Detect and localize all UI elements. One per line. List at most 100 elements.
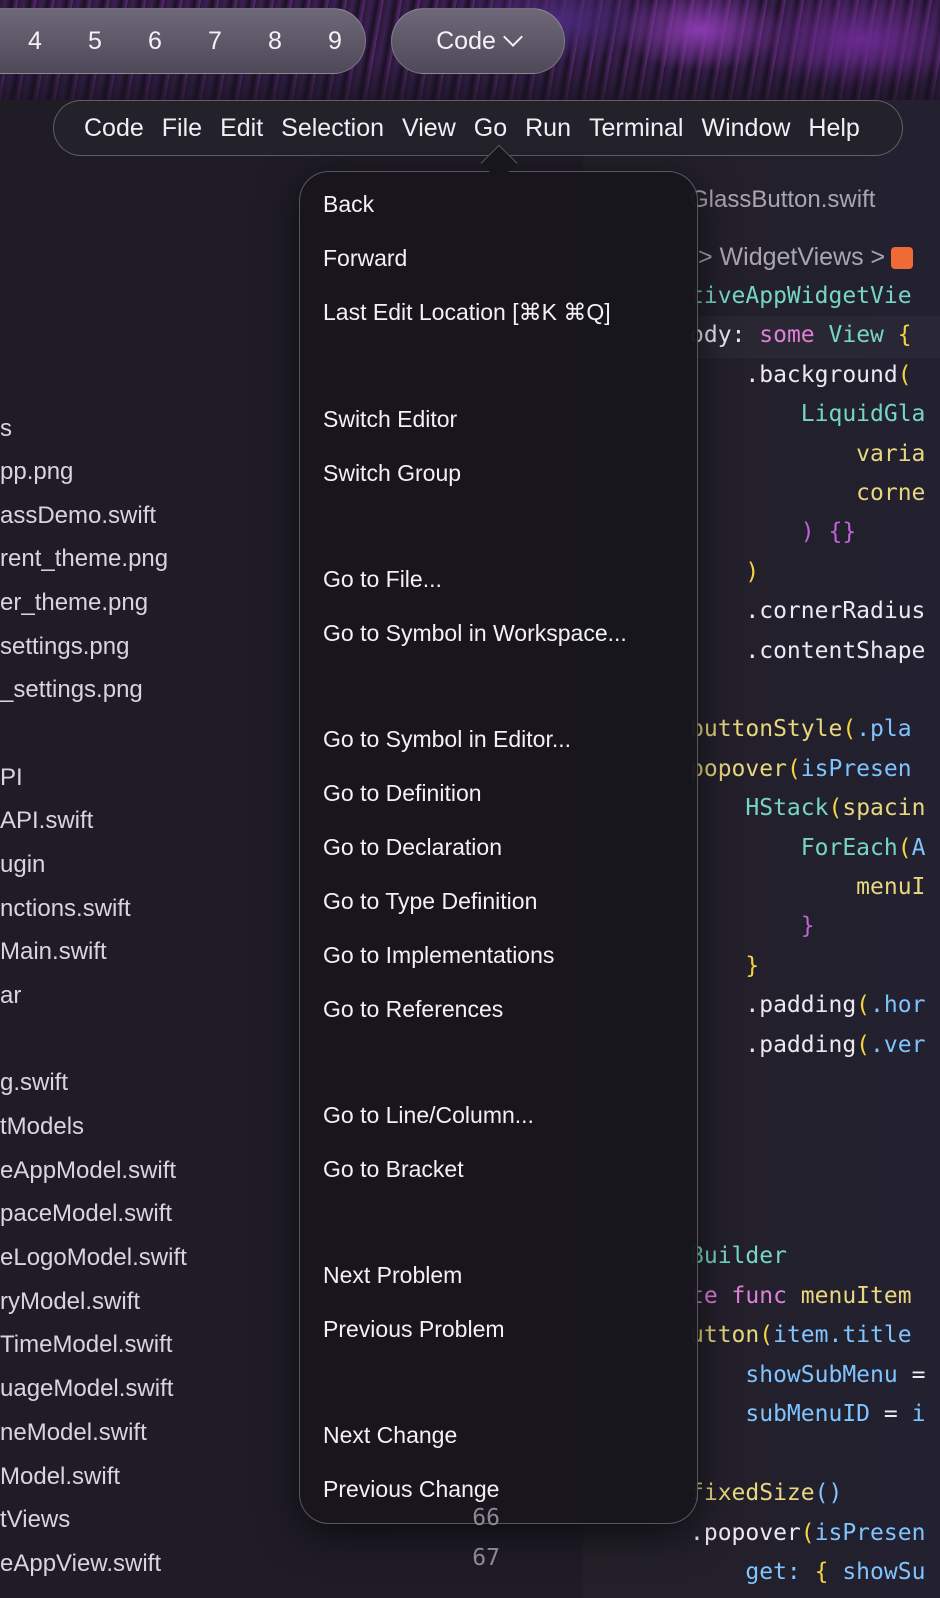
file-tree-item[interactable]: ryModel.swift <box>0 1288 140 1316</box>
file-tree-item[interactable]: ar <box>0 982 21 1010</box>
menu-item-go-to-symbol-in-editor[interactable]: Go to Symbol in Editor... <box>323 726 571 753</box>
code-token: showSu <box>842 1559 926 1585</box>
menu-item-switch-group[interactable]: Switch Group <box>323 460 461 487</box>
code-token: HStack <box>690 795 829 822</box>
file-tree-item[interactable]: neModel.swift <box>0 1419 147 1447</box>
line-number: 67 <box>472 1545 500 1571</box>
file-tree-item[interactable]: API.swift <box>0 807 93 835</box>
code-token: .background <box>690 361 898 388</box>
code-token: .padding <box>690 1031 857 1058</box>
chevron-down-icon <box>502 27 523 47</box>
file-tree-item[interactable]: tModels <box>0 1113 84 1141</box>
menu-item-forward[interactable]: Forward <box>323 245 407 272</box>
menu-item-go-to-declaration[interactable]: Go to Declaration <box>323 834 502 861</box>
file-tree-item[interactable]: Model.swift <box>0 1463 120 1491</box>
file-tree-item[interactable]: Main.swift <box>0 938 107 966</box>
file-tree-item[interactable]: uageModel.swift <box>0 1375 173 1403</box>
file-tree-item[interactable]: er_theme.png <box>0 589 148 617</box>
layout-dropdown[interactable]: Code <box>391 8 565 74</box>
code-line: LiquidGla <box>690 401 926 427</box>
code-token: corne <box>690 480 926 506</box>
file-tree-item[interactable]: eAppView.swift <box>0 1550 161 1578</box>
menu-help[interactable]: Help <box>799 114 868 143</box>
code-line: popover(isPresen <box>690 756 912 782</box>
workspace-tab-9[interactable]: 9 <box>305 27 365 56</box>
menu-item-previous-change[interactable]: Previous Change <box>323 1476 499 1503</box>
code-line: .padding(.hor <box>690 992 925 1018</box>
workspace-tab-4[interactable]: 4 <box>5 27 65 56</box>
breadcrumb[interactable]: > WidgetViews > <box>698 243 914 272</box>
menu-item-go-to-bracket[interactable]: Go to Bracket <box>323 1156 464 1183</box>
menu-edit[interactable]: Edit <box>211 114 272 143</box>
file-tree-item[interactable]: s <box>0 415 12 443</box>
code-token: isPresen <box>800 755 912 782</box>
code-token: ody: <box>690 322 760 349</box>
menu-code[interactable]: Code <box>75 114 153 143</box>
code-line: .background( <box>690 361 911 388</box>
file-tree-item[interactable]: assDemo.swift <box>0 502 156 530</box>
code-token: i <box>911 1401 926 1427</box>
file-tree-item[interactable]: PI <box>0 764 23 792</box>
code-line: get: { showSu <box>690 1559 925 1585</box>
file-tree-item[interactable]: rent_theme.png <box>0 545 168 573</box>
code-line: subMenuID = i <box>690 1401 925 1427</box>
code-token: ( <box>759 1322 774 1348</box>
menu-item-last-edit-location-k-q[interactable]: Last Edit Location [⌘K ⌘Q] <box>323 299 611 326</box>
file-tree-item[interactable]: paceModel.swift <box>0 1200 172 1228</box>
code-token: subMenuID <box>690 1401 884 1427</box>
file-tree-item[interactable]: eLogoModel.swift <box>0 1244 187 1272</box>
code-token: .cornerRadius <box>690 598 926 625</box>
code-token: utton <box>690 1322 760 1348</box>
code-token: .ver <box>870 1031 926 1058</box>
menu-file[interactable]: File <box>153 114 211 143</box>
menu-item-go-to-line-column[interactable]: Go to Line/Column... <box>323 1102 534 1129</box>
file-tree-item[interactable]: ugin <box>0 851 45 879</box>
code-line: HStack(spacin <box>690 795 925 821</box>
editor-tab-title[interactable]: GlassButton.swift <box>690 186 875 214</box>
file-tree-item[interactable]: eAppModel.swift <box>0 1157 176 1185</box>
menu-item-go-to-symbol-in-workspace[interactable]: Go to Symbol in Workspace... <box>323 620 627 647</box>
menu-selection[interactable]: Selection <box>272 114 393 143</box>
file-tree-item[interactable]: pp.png <box>0 458 73 486</box>
menu-view[interactable]: View <box>393 114 465 143</box>
code-line: .popover(isPresen <box>690 1520 925 1546</box>
code-line: fixedSize() <box>690 1480 842 1506</box>
menu-item-next-change[interactable]: Next Change <box>323 1422 457 1449</box>
workspace-tab-8[interactable]: 8 <box>245 27 305 56</box>
menu-item-go-to-type-definition[interactable]: Go to Type Definition <box>323 888 537 915</box>
file-tree-item[interactable]: settings.png <box>0 633 129 661</box>
layout-dropdown-label: Code <box>436 26 496 55</box>
file-tree-item[interactable]: TimeModel.swift <box>0 1331 172 1359</box>
workspace-tab-6[interactable]: 6 <box>125 27 185 56</box>
menu-go[interactable]: Go <box>465 114 516 143</box>
code-line: .padding(.ver <box>690 1032 925 1058</box>
code-token: = <box>883 1401 912 1427</box>
code-token: View <box>828 322 884 349</box>
menu-item-back[interactable]: Back <box>323 191 374 218</box>
file-tree-item[interactable]: g.swift <box>0 1069 68 1097</box>
menu-window[interactable]: Window <box>692 114 799 143</box>
menu-item-previous-problem[interactable]: Previous Problem <box>323 1316 505 1343</box>
workspace-tab-7[interactable]: 7 <box>185 27 245 56</box>
code-token: ( <box>786 755 801 782</box>
workspace-tab-5[interactable]: 5 <box>65 27 125 56</box>
menu-item-go-to-references[interactable]: Go to References <box>323 996 503 1023</box>
code-line: Builder <box>690 1243 787 1269</box>
menu-item-go-to-file[interactable]: Go to File... <box>323 566 442 593</box>
code-token: { <box>814 1559 843 1585</box>
menu-item-next-problem[interactable]: Next Problem <box>323 1262 462 1289</box>
menu-terminal[interactable]: Terminal <box>580 114 692 143</box>
code-token: te func <box>690 1282 801 1309</box>
file-tree-item[interactable]: nctions.swift <box>0 895 131 923</box>
file-tree-item[interactable]: _settings.png <box>0 676 143 704</box>
code-line: varia <box>690 441 925 467</box>
code-line: } <box>690 953 759 979</box>
file-tree-item[interactable]: tViews <box>0 1506 70 1534</box>
menu-run[interactable]: Run <box>516 114 580 143</box>
menu-item-switch-editor[interactable]: Switch Editor <box>323 406 457 433</box>
menu-item-go-to-definition[interactable]: Go to Definition <box>323 780 482 807</box>
code-line: } <box>690 913 815 939</box>
menu-item-go-to-implementations[interactable]: Go to Implementations <box>323 942 554 969</box>
code-line: ) <box>690 559 759 585</box>
